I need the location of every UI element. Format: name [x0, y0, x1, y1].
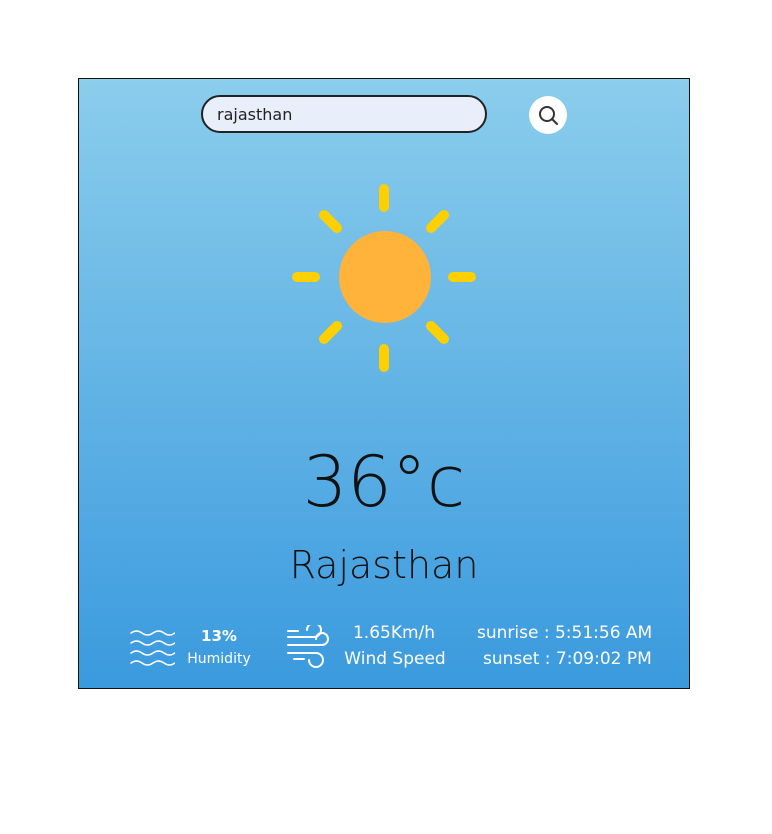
sunset-time: sunset : 7:09:02 PM — [483, 649, 652, 669]
humidity-waves-icon — [130, 630, 175, 666]
temperature: 36°c — [302, 441, 466, 523]
wind-speed-value: 1.65Km/h — [352, 623, 436, 643]
wind-icon — [287, 625, 329, 668]
search-input[interactable] — [201, 95, 487, 133]
wind-speed-label: Wind Speed — [344, 649, 446, 669]
weather-card: 36°c Rajasthan 13% Humidity 1.65Km/h Win… — [78, 78, 690, 689]
search-button[interactable] — [529, 96, 567, 134]
sunrise-time: sunrise : 5:51:56 AM — [477, 623, 653, 643]
search-icon — [539, 106, 558, 125]
humidity-value: 13% — [201, 627, 237, 645]
humidity-label: Humidity — [187, 651, 251, 667]
city-name: Rajasthan — [289, 543, 479, 587]
sun-icon — [292, 184, 476, 372]
